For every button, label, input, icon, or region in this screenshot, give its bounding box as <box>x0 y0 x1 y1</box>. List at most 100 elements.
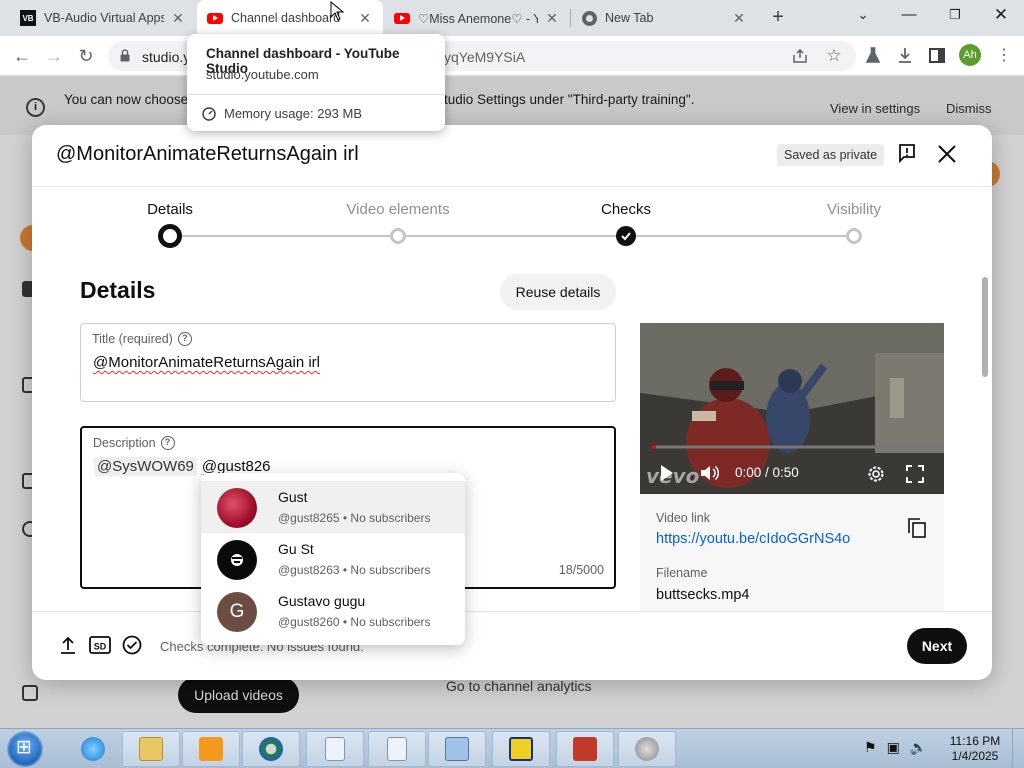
stepper-track <box>626 235 854 237</box>
video-link[interactable]: https://youtu.be/cIdoGGrNS4o <box>656 531 850 547</box>
close-tab-icon[interactable]: ✕ <box>544 10 560 27</box>
side-panel-icon[interactable] <box>929 48 945 63</box>
step-video-elements-dot[interactable] <box>390 228 406 244</box>
memory-usage-text: Memory usage: 293 MB <box>224 106 363 121</box>
internet-explorer-icon <box>81 737 105 761</box>
tab-hover-card: Channel dashboard - YouTube Studio studi… <box>187 34 445 131</box>
download-icon[interactable] <box>897 47 913 64</box>
network-icon[interactable]: ▣ <box>887 739 910 755</box>
mention-name: Gust <box>278 489 308 505</box>
copy-icon[interactable] <box>908 518 926 538</box>
go-to-analytics-link[interactable]: Go to channel analytics <box>446 678 592 694</box>
taskbar-internet-explorer[interactable] <box>64 731 122 767</box>
settings-gear-icon[interactable] <box>866 464 886 484</box>
title-field[interactable]: Title (required) ? @MonitorAnimateReturn… <box>80 323 616 402</box>
video-player[interactable]: vevo 0:00 / 0:50 <box>640 323 944 494</box>
taskbar-document-1[interactable] <box>306 731 364 767</box>
taskbar-toolbox-app[interactable] <box>556 731 614 767</box>
dismiss-button[interactable]: Dismiss <box>946 101 992 116</box>
upload-dialog: @MonitorAnimateReturnsAgain irl Saved as… <box>32 125 992 680</box>
new-tab-button[interactable]: + <box>766 6 790 30</box>
sd-quality-icon[interactable]: SD <box>89 635 111 655</box>
action-center-flag-icon[interactable]: ⚑ <box>864 739 887 755</box>
lock-icon <box>120 49 130 62</box>
video-link-label: Video link <box>656 511 710 525</box>
help-icon[interactable]: ? <box>160 436 175 450</box>
feedback-nav-icon[interactable] <box>22 685 38 701</box>
step-checks-label[interactable]: Checks <box>556 201 696 218</box>
mention-chip[interactable]: @SysWOW69 <box>94 457 197 476</box>
taskbar-file-explorer[interactable] <box>122 731 180 767</box>
mention-option[interactable]: Gu St @gust8263 • No subscribers <box>201 533 465 585</box>
dialog-scrollbar[interactable] <box>982 277 988 377</box>
url-tail: yqYeM9YSiA <box>444 49 526 65</box>
mention-option[interactable]: Gust @gust8265 • No subscribers <box>201 481 465 533</box>
windows-taskbar: ⚑▣🔈 11:16 PM 1/4/2025 <box>0 728 1024 768</box>
step-visibility-label[interactable]: Visibility <box>784 201 924 218</box>
profile-avatar[interactable]: Ah <box>959 44 981 66</box>
video-time: 0:00 / 0:50 <box>735 465 799 480</box>
upload-arrow-icon[interactable] <box>58 635 78 655</box>
mention-name: Gu St <box>278 541 314 557</box>
mention-option[interactable]: G Gustavo gugu @gust8260 • No subscriber… <box>201 585 465 637</box>
taskbar-media-player[interactable] <box>182 731 240 767</box>
tab-title: VB-Audio Virtual Apps <box>44 11 164 25</box>
clock-date: 1/4/2025 <box>951 749 999 763</box>
more-menu-icon[interactable]: ⋮ <box>992 44 1016 68</box>
description-field-label: Description ? <box>93 436 175 450</box>
reload-icon[interactable]: ↻ <box>74 44 98 68</box>
close-tab-icon[interactable]: ✕ <box>357 10 373 27</box>
volume-icon[interactable] <box>700 464 720 482</box>
close-window-button[interactable]: ✕ <box>978 0 1024 30</box>
tab-channel-dashboard[interactable]: Channel dashboard ✕ <box>197 0 383 36</box>
fullscreen-icon[interactable] <box>906 465 924 483</box>
start-button[interactable] <box>7 731 43 767</box>
step-checks-dot[interactable] <box>616 226 636 246</box>
tab-new-tab[interactable]: New Tab ✕ <box>571 0 757 36</box>
saved-status-badge: Saved as private <box>777 144 885 166</box>
checks-complete-icon[interactable] <box>122 635 142 655</box>
taskbar-audio-app[interactable] <box>618 731 676 767</box>
reuse-details-button[interactable]: Reuse details <box>500 274 616 310</box>
tab-vb-audio[interactable]: VB VB-Audio Virtual Apps ✕ <box>10 0 196 36</box>
chrome-icon <box>581 10 597 26</box>
taskbar-chrome[interactable] <box>242 731 300 767</box>
close-tab-icon[interactable]: ✕ <box>731 10 747 27</box>
minimize-button[interactable]: — <box>886 0 932 30</box>
browser-tab-strip: VB VB-Audio Virtual Apps ✕ Channel dashb… <box>0 0 1024 36</box>
step-visibility-dot[interactable] <box>846 228 862 244</box>
step-video-elements-label[interactable]: Video elements <box>328 201 468 218</box>
title-input-value[interactable]: @MonitorAnimateReturnsAgain irl <box>93 354 320 371</box>
memory-gauge-icon <box>202 107 216 121</box>
checkmark-icon <box>621 232 631 241</box>
details-scroll-area[interactable]: Details Reuse details Title (required) ?… <box>32 265 992 611</box>
bookmark-star-icon[interactable]: ☆ <box>822 44 846 68</box>
taskbar-control-panel[interactable] <box>428 731 486 767</box>
next-button[interactable]: Next <box>907 628 967 664</box>
labs-flask-icon[interactable] <box>866 47 880 64</box>
taskbar-floppy-app[interactable] <box>492 731 550 767</box>
taskbar-document-2[interactable] <box>368 731 426 767</box>
close-icon[interactable] <box>938 145 956 163</box>
upload-videos-button[interactable]: Upload videos <box>178 677 299 713</box>
system-tray: ⚑▣🔈 <box>864 739 937 756</box>
share-icon[interactable] <box>792 49 808 63</box>
view-in-settings-link[interactable]: View in settings <box>830 101 920 116</box>
description-label-text: Description <box>93 436 156 450</box>
tab-search-chevron-icon[interactable]: ⌄ <box>840 0 886 30</box>
play-icon[interactable] <box>660 464 674 482</box>
step-details-label[interactable]: Details <box>100 201 240 218</box>
help-icon[interactable]: ? <box>177 332 192 346</box>
back-arrow-icon[interactable]: ← <box>10 44 34 68</box>
forward-arrow-icon[interactable]: → <box>42 44 66 68</box>
toolbox-icon <box>573 737 597 761</box>
show-desktop-button[interactable] <box>1012 729 1024 768</box>
step-details-dot[interactable] <box>158 224 182 248</box>
tab-title: New Tab <box>605 11 654 25</box>
report-issue-icon[interactable] <box>898 144 916 164</box>
taskbar-clock[interactable]: 11:16 PM 1/4/2025 <box>945 734 1005 764</box>
restore-button[interactable]: ❐ <box>932 0 978 30</box>
tab-miss-anemone[interactable]: ♡Miss Anemone♡ - Yo ✕ <box>384 0 570 36</box>
volume-tray-icon[interactable]: 🔈 <box>910 739 937 755</box>
close-tab-icon[interactable]: ✕ <box>170 10 186 27</box>
